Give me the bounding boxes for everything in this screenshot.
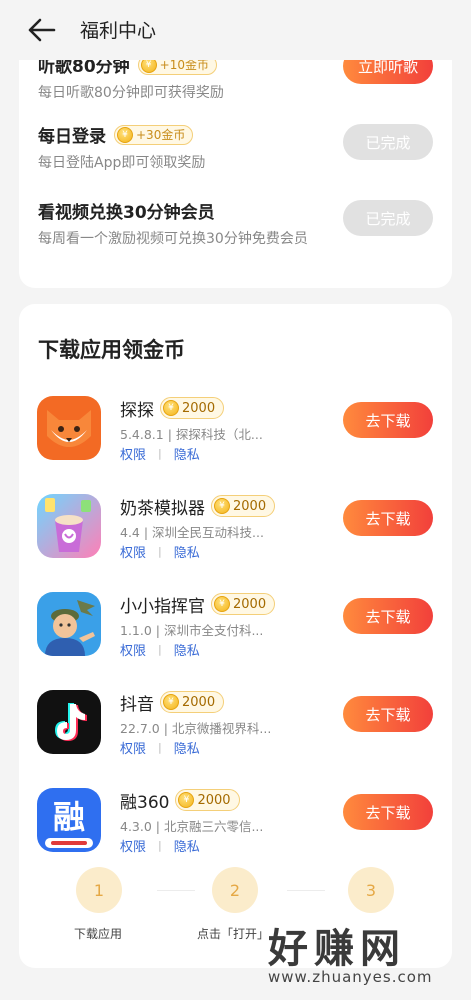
coin-reward-badge: ¥2000 [160,397,225,419]
step-divider [287,890,325,891]
download-apps-card: 下载应用领金币 探探 ¥2000 5.4.8.1 | 探探科技（北... 权限 … [19,304,452,968]
divider: | [158,447,162,460]
app-name: 抖音 [120,694,154,715]
milk-tea-icon[interactable] [37,494,101,558]
task-video-vip: 看视频兑换30分钟会员 每周看一个激励视频可兑换30分钟免费会员 [38,198,318,249]
task-description: 每日听歌80分钟即可获得奖励 [38,85,224,101]
permission-link[interactable]: 权限 [120,836,146,855]
download-button-douyin[interactable]: 去下载 [343,696,433,732]
watermark-logo: 好赚网 [268,926,406,972]
coin-icon: ¥ [163,400,179,416]
daily-tasks-card: 听歌80分钟 ¥ +10金币 每日听歌80分钟即可获得奖励 立即听歌 每日登录 ¥… [19,20,452,288]
coin-reward-badge: ¥2000 [175,789,240,811]
step-1-label: 下载应用 [74,927,123,941]
task-description: 每日登陆App即可领取奖励 [38,155,206,171]
step-1-circle: 1 [76,867,122,913]
privacy-link[interactable]: 隐私 [174,640,200,659]
login-completed-button[interactable]: 已完成 [343,124,433,160]
coin-reward-badge: ¥ +30金币 [114,124,194,145]
app-meta: 4.4 | 深圳全民互动科技... [120,525,264,540]
video-completed-button[interactable]: 已完成 [343,200,433,236]
step-2-circle: 2 [212,867,258,913]
app-row-rong360: 融 融360 ¥2000 4.3.0 | 北京融三六零信... 权限 | 隐私 … [19,788,452,868]
douyin-icon[interactable] [37,690,101,754]
task-daily-login: 每日登录 ¥ +30金币 每日登陆App即可领取奖励 [38,122,318,173]
coin-icon: ¥ [163,694,179,710]
download-button-tantan[interactable]: 去下载 [343,402,433,438]
step-divider [157,890,195,891]
app-name: 探探 [120,400,154,421]
download-button-commander[interactable]: 去下载 [343,598,433,634]
top-bar: 福利中心 [0,0,471,60]
permission-link[interactable]: 权限 [120,444,146,463]
privacy-link[interactable]: 隐私 [174,738,200,757]
page-title: 福利中心 [80,20,157,42]
divider: | [158,643,162,656]
task-title: 每日登录 [38,127,106,147]
permission-link[interactable]: 权限 [120,640,146,659]
coin-reward-badge: ¥2000 [160,691,225,713]
coin-reward-badge: ¥2000 [211,593,276,615]
download-button-rong360[interactable]: 去下载 [343,794,433,830]
task-description: 每周看一个激励视频可兑换30分钟免费会员 [38,231,308,247]
app-row-milk-tea: 奶茶模拟器 ¥2000 4.4 | 深圳全民互动科技... 权限 | 隐私 去下… [19,494,452,574]
coin-reward-badge: ¥2000 [211,495,276,517]
privacy-link[interactable]: 隐私 [174,836,200,855]
app-name: 奶茶模拟器 [120,498,205,519]
divider: | [158,839,162,852]
rong360-icon[interactable]: 融 [37,788,101,852]
app-row-tantan: 探探 ¥2000 5.4.8.1 | 探探科技（北... 权限 | 隐私 去下载 [19,396,452,476]
privacy-link[interactable]: 隐私 [174,542,200,561]
coin-icon: ¥ [214,596,230,612]
download-button-milk-tea[interactable]: 去下载 [343,500,433,536]
back-arrow-icon[interactable] [28,18,56,42]
section-title: 下载应用领金币 [38,338,185,362]
permission-link[interactable]: 权限 [120,738,146,757]
app-meta: 4.3.0 | 北京融三六零信... [120,819,264,834]
coin-icon: ¥ [178,792,195,808]
app-meta: 5.4.8.1 | 探探科技（北... [120,427,263,442]
coin-icon: ¥ [117,126,133,143]
task-title: 看视频兑换30分钟会员 [38,203,215,223]
tantan-icon[interactable] [37,396,101,460]
app-meta: 22.7.0 | 北京微播视界科... [120,721,272,736]
divider: | [158,545,162,558]
step-3-circle: 3 [348,867,394,913]
coin-icon: ¥ [214,498,230,514]
app-name: 融360 [120,792,170,813]
watermark: 好赚网 www.zhuanyes.com [266,916,466,1000]
app-row-commander: 小小指挥官 ¥2000 1.1.0 | 深圳市全支付科... 权限 | 隐私 去… [19,592,452,672]
privacy-link[interactable]: 隐私 [174,444,200,463]
svg-text:融: 融 [53,798,85,836]
watermark-url: www.zhuanyes.com [268,968,433,986]
app-row-douyin: 抖音 ¥2000 22.7.0 | 北京微播视界科... 权限 | 隐私 去下载 [19,690,452,770]
app-name: 小小指挥官 [120,596,205,617]
permission-link[interactable]: 权限 [120,542,146,561]
commander-icon[interactable] [37,592,101,656]
step-2-label: 点击「打开」 [197,927,270,941]
divider: | [158,741,162,754]
app-meta: 1.1.0 | 深圳市全支付科... [120,623,264,638]
